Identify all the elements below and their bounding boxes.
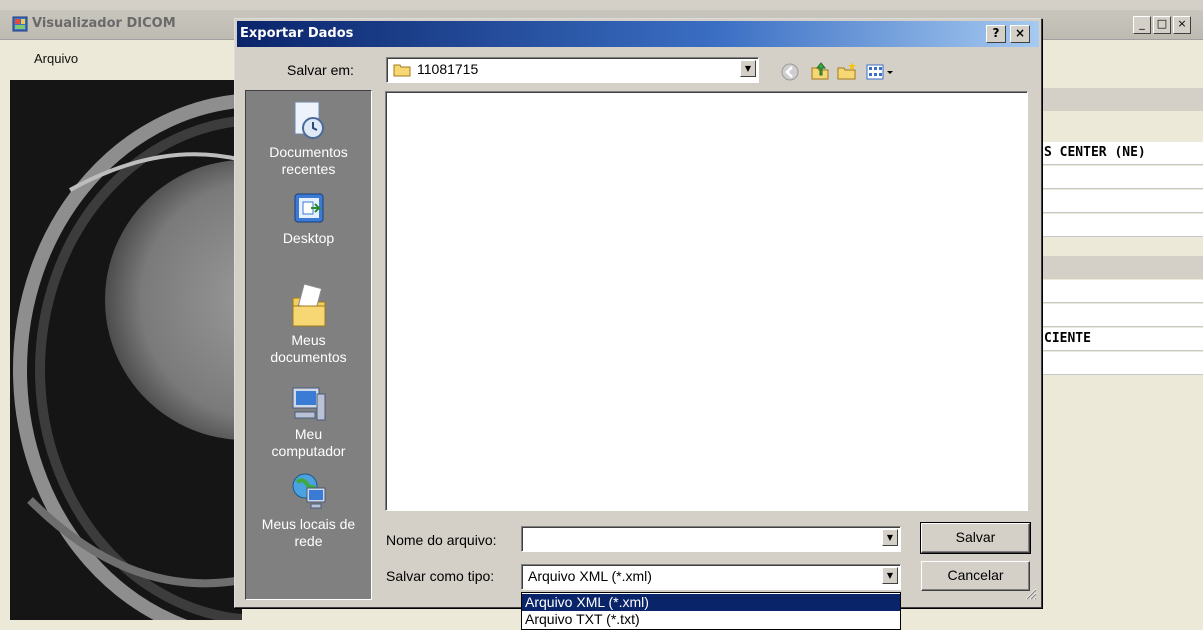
save-in-dropdown[interactable]: 11081715 ▼: [386, 57, 759, 83]
place-label: Documentos recentes: [269, 144, 348, 177]
place-my-computer[interactable]: Meu computador: [245, 384, 372, 460]
place-label: Meus locais de rede: [261, 516, 356, 549]
resize-grip-icon[interactable]: [1023, 586, 1037, 600]
desktop-icon: [294, 193, 323, 223]
network-places-icon: [292, 473, 325, 509]
file-list[interactable]: [385, 91, 1028, 511]
recent-documents-icon: [294, 101, 324, 139]
panel-row: [1040, 166, 1203, 189]
panel-row: [1040, 190, 1203, 213]
panel-row: [1040, 352, 1203, 375]
back-icon[interactable]: [779, 61, 801, 83]
panel-row-text: CIENTE: [1044, 331, 1091, 346]
place-recent-documents[interactable]: Documentos recentes: [245, 100, 372, 178]
save-in-value: 11081715: [417, 61, 479, 77]
main-window-title: Visualizador DICOM: [32, 16, 176, 31]
cancel-button[interactable]: Cancelar: [921, 561, 1030, 591]
dicom-image: [10, 80, 242, 620]
main-window-controls: _ □ ×: [1133, 16, 1203, 34]
my-documents-icon: [292, 283, 325, 327]
folder-icon: [393, 64, 411, 77]
right-info-panel: S CENTER (NE) CIENTE: [1040, 80, 1203, 620]
filetype-dropdown[interactable]: Arquivo XML (*.xml) ▼: [521, 564, 901, 590]
panel-row-text: S CENTER (NE): [1044, 145, 1146, 160]
chevron-down-icon[interactable]: ▼: [740, 60, 756, 77]
filename-input[interactable]: ▼: [521, 526, 901, 552]
dicom-scan-image: [10, 80, 242, 620]
place-label: Meu computador: [271, 426, 346, 459]
place-desktop[interactable]: Desktop: [245, 190, 372, 247]
filetype-option-xml[interactable]: Arquivo XML (*.xml): [522, 594, 900, 611]
minimize-button[interactable]: _: [1133, 16, 1151, 34]
app-icon: [12, 16, 28, 32]
chevron-down-icon[interactable]: ▼: [882, 567, 898, 584]
save-in-label: Salvar em:: [287, 62, 354, 78]
panel-section: [1040, 256, 1203, 279]
filetype-label: Salvar como tipo:: [386, 568, 495, 584]
panel-row: CIENTE: [1040, 328, 1203, 351]
menu-arquivo[interactable]: Arquivo: [34, 51, 78, 66]
dialog-title: Exportar Dados: [240, 26, 354, 41]
my-computer-icon: [292, 387, 325, 421]
place-network-places[interactable]: Meus locais de rede: [245, 470, 372, 550]
up-folder-icon[interactable]: [809, 60, 831, 82]
filetype-value: Arquivo XML (*.xml): [528, 568, 652, 584]
place-label: Desktop: [282, 230, 335, 246]
filename-label: Nome do arquivo:: [386, 532, 497, 548]
filetype-options-list: Arquivo XML (*.xml) Arquivo TXT (*.txt): [521, 592, 901, 630]
chevron-down-icon[interactable]: ▼: [882, 529, 898, 546]
new-folder-icon[interactable]: [836, 60, 858, 82]
views-menu-icon[interactable]: [865, 61, 899, 83]
help-button[interactable]: ?: [986, 25, 1006, 43]
dialog-titlebar: [237, 21, 1039, 47]
filetype-option-txt[interactable]: Arquivo TXT (*.txt): [522, 611, 900, 628]
place-my-documents[interactable]: Meus documentos: [245, 282, 372, 366]
place-label: Meus documentos: [270, 332, 347, 365]
save-button[interactable]: Salvar: [920, 522, 1031, 554]
panel-row: [1040, 304, 1203, 327]
panel-header: [1040, 88, 1203, 111]
panel-row: [1040, 280, 1203, 303]
panel-row: S CENTER (NE): [1040, 142, 1203, 165]
close-dialog-button[interactable]: ×: [1010, 25, 1030, 43]
panel-row: [1040, 214, 1203, 237]
maximize-button[interactable]: □: [1153, 16, 1171, 34]
close-main-button[interactable]: ×: [1173, 16, 1191, 34]
